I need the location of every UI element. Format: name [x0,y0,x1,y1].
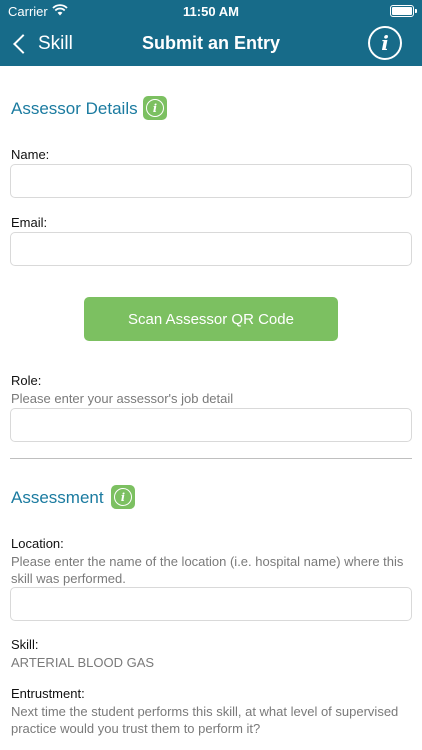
entrustment-help-text: Next time the student performs this skil… [11,704,399,736]
skill-label: Skill: [11,637,39,652]
location-help-text: Please enter the name of the location (i… [11,554,404,586]
email-field[interactable] [10,232,412,266]
top-bar: Carrier 11:50 AM Skill Submit an Entry i [0,0,422,66]
back-button-label: Skill [38,33,73,54]
skill-value: ARTERIAL BLOOD GAS [11,655,155,670]
back-button[interactable]: Skill [10,31,73,57]
name-label: Name: [11,147,50,162]
name-field[interactable] [10,164,412,198]
section-divider [10,458,412,459]
info-icon[interactable]: i [368,26,402,60]
role-field[interactable] [10,408,412,442]
location-field[interactable] [10,587,412,621]
assessor-info-icon[interactable]: i [143,96,167,120]
status-time: 11:50 AM [183,4,239,19]
role-help-text: Please enter your assessor's job detail [11,391,234,406]
assessor-details-heading: Assessor Details [11,99,138,118]
assessment-info-icon[interactable]: i [111,485,135,509]
navigation-bar: Skill Submit an Entry i [0,22,422,66]
role-label: Role: [11,373,42,388]
entrustment-label: Entrustment: [11,686,85,701]
location-label: Location: [11,536,64,551]
status-bar: Carrier 11:50 AM [0,0,422,22]
assessment-heading: Assessment [11,488,104,507]
scan-qr-button[interactable]: Scan Assessor QR Code [84,297,338,341]
chevron-left-icon [13,34,33,54]
battery-icon [390,5,417,17]
email-label: Email: [11,215,48,230]
